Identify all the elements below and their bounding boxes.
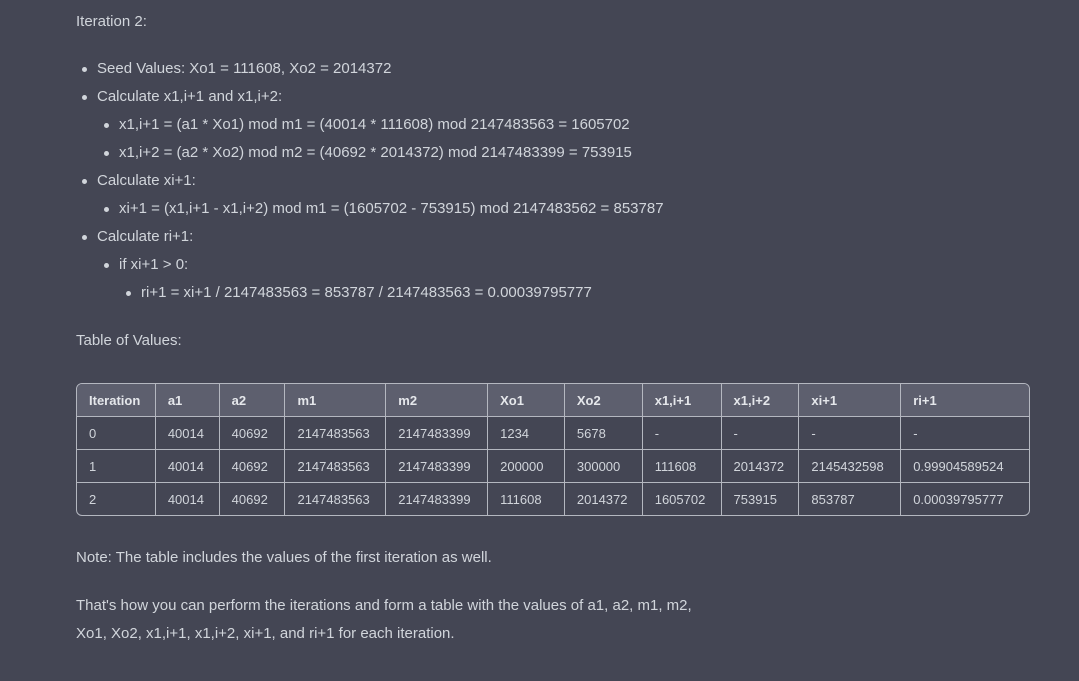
table-cell: 40692	[219, 417, 286, 450]
bullet-dot	[82, 235, 87, 240]
iteration-heading: Iteration 2:	[76, 13, 147, 30]
table-cell: -	[642, 417, 722, 450]
header-a2: a2	[219, 384, 286, 417]
calculate-x-item: Calculate x1,i+1 and x1,i+2:	[97, 88, 283, 105]
bullet-dot	[82, 95, 87, 100]
xi-formula-item: xi+1 = (x1,i+1 - x1,i+2) mod m1 = (16057…	[119, 200, 664, 217]
table-title: Table of Values:	[76, 332, 182, 349]
table-cell: 2147483399	[386, 450, 489, 483]
values-table: Iteration a1 a2 m1 m2 Xo1 Xo2 x1,i+1 x1,…	[76, 383, 1030, 516]
x2-formula-item: x1,i+2 = (a2 * Xo2) mod m2 = (40692 * 20…	[119, 144, 632, 161]
table-cell: -	[721, 417, 800, 450]
table-note: Note: The table includes the values of t…	[76, 549, 492, 566]
header-xi1: xi+1	[799, 384, 902, 417]
ri-formula-item: ri+1 = xi+1 / 2147483563 = 853787 / 2147…	[141, 284, 592, 301]
header-ri1: ri+1	[901, 384, 1029, 417]
bullet-dot	[104, 263, 109, 268]
table-cell: 40014	[156, 483, 220, 515]
table-cell: 40692	[219, 450, 286, 483]
table-cell: 2014372	[721, 450, 800, 483]
bullet-dot	[126, 291, 131, 296]
bullet-dot	[82, 67, 87, 72]
table-cell: 1605702	[643, 483, 722, 515]
seed-values-item: Seed Values: Xo1 = 111608, Xo2 = 2014372	[97, 60, 392, 77]
header-m2: m2	[386, 384, 489, 417]
table-cell: 200000	[488, 450, 565, 483]
header-x1-i2: x1,i+2	[721, 384, 800, 417]
table-row: 1 40014 40692 2147483563 2147483399 2000…	[77, 450, 1029, 483]
table-cell: 2014372	[565, 483, 643, 515]
table-cell: 40692	[220, 483, 286, 515]
table-cell: 853787	[799, 483, 902, 515]
closing-line-2: Xo1, Xo2, x1,i+1, x1,i+2, xi+1, and ri+1…	[76, 625, 455, 642]
bullet-dot	[82, 179, 87, 184]
table-cell: 0.00039795777	[913, 491, 1004, 507]
table-cell: 1	[77, 450, 156, 483]
table-cell: 2147483399	[386, 483, 489, 515]
table-cell: 2147483399	[386, 417, 489, 450]
x1-formula-item: x1,i+1 = (a1 * Xo1) mod m1 = (40014 * 11…	[119, 116, 630, 133]
table-cell: 2145432598	[799, 450, 902, 483]
header-a1: a1	[155, 384, 220, 417]
header-x1-i1: x1,i+1	[642, 384, 722, 417]
table-cell: 40014	[155, 417, 220, 450]
header-xo1: Xo1	[488, 384, 565, 417]
bullet-dot	[104, 151, 109, 156]
table-cell: 2	[77, 483, 156, 515]
table-cell: -	[799, 417, 902, 450]
calculate-ri-item: Calculate ri+1:	[97, 228, 194, 245]
table-cell: 5678	[564, 417, 643, 450]
table-cell: 0.99904589524	[901, 450, 1029, 483]
table-cell: 2147483563	[285, 483, 387, 515]
header-m1: m1	[285, 384, 387, 417]
table-cell: 111608	[488, 483, 565, 515]
bullet-dot	[104, 123, 109, 128]
bullet-dot	[104, 207, 109, 212]
table-cell: 40014	[155, 450, 220, 483]
table-cell: 2147483563	[285, 417, 387, 450]
table-row: 0 40014 40692 2147483563 2147483399 1234…	[77, 417, 1029, 450]
table-cell: 0	[77, 417, 156, 450]
table-cell: -	[901, 417, 1029, 450]
table-row: 2 40014 40692 2147483563 2147483399 1116…	[77, 483, 1029, 515]
closing-line-1: That's how you can perform the iteration…	[76, 597, 692, 614]
table-cell: 1234	[488, 417, 565, 450]
table-header-row: Iteration a1 a2 m1 m2 Xo1 Xo2 x1,i+1 x1,…	[77, 384, 1029, 417]
table-cell: 2147483563	[285, 450, 387, 483]
table-cell: 753915	[722, 483, 800, 515]
table-cell: 111608	[642, 450, 722, 483]
header-iteration: Iteration	[77, 384, 156, 417]
header-xo2: Xo2	[564, 384, 643, 417]
condition-item: if xi+1 > 0:	[119, 256, 189, 273]
table-cell: 300000	[564, 450, 643, 483]
calculate-xi-item: Calculate xi+1:	[97, 172, 196, 189]
